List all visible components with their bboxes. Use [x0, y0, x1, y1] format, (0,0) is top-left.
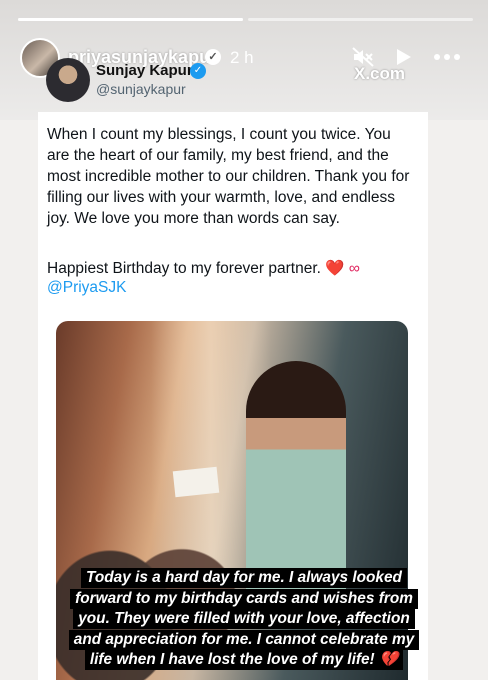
tweet-mention-link[interactable]: @PriyaSJK: [47, 279, 126, 297]
story-caption: Today is a hard day for me. I always loo…: [0, 568, 488, 671]
broken-heart-emoji: 💔: [378, 651, 399, 668]
tweet-author-avatar[interactable]: [46, 58, 90, 102]
tweet-author-handle[interactable]: @sunjaykapur: [96, 81, 186, 97]
story-timestamp: 2 h: [230, 48, 254, 67]
tweet-birthday-text: Happiest Birthday to my forever partner.: [47, 260, 326, 277]
story-progress-bar-2: [248, 18, 473, 21]
tweet-birthday-emoji: ❤️ ∞: [325, 260, 360, 277]
caption-line-3: you. They were filled with your love, af…: [73, 609, 415, 629]
caption-line-4: and appreciation for me. I cannot celebr…: [68, 629, 420, 650]
xcom-watermark: X.com: [354, 64, 406, 83]
verified-badge-icon: ✓: [190, 63, 206, 79]
story-progress-bar-1: [18, 18, 243, 21]
tweet-author-name[interactable]: Sunjay Kapur: [96, 62, 193, 79]
caption-line-5: life when I have lost the love of my lif…: [84, 650, 404, 670]
caption-line-1: Today is a hard day for me. I always loo…: [81, 568, 407, 588]
caption-line-2: forward to my birthday cards and wishes …: [70, 588, 418, 609]
tweet-text: When I count my blessings, I count you t…: [47, 126, 410, 227]
verified-icon: ✓: [205, 49, 221, 65]
caption-line-5-text: life when I have lost the love of my lif…: [89, 651, 375, 668]
more-icon[interactable]: [432, 44, 462, 70]
tweet-birthday-line: Happiest Birthday to my forever partner.…: [47, 258, 360, 279]
